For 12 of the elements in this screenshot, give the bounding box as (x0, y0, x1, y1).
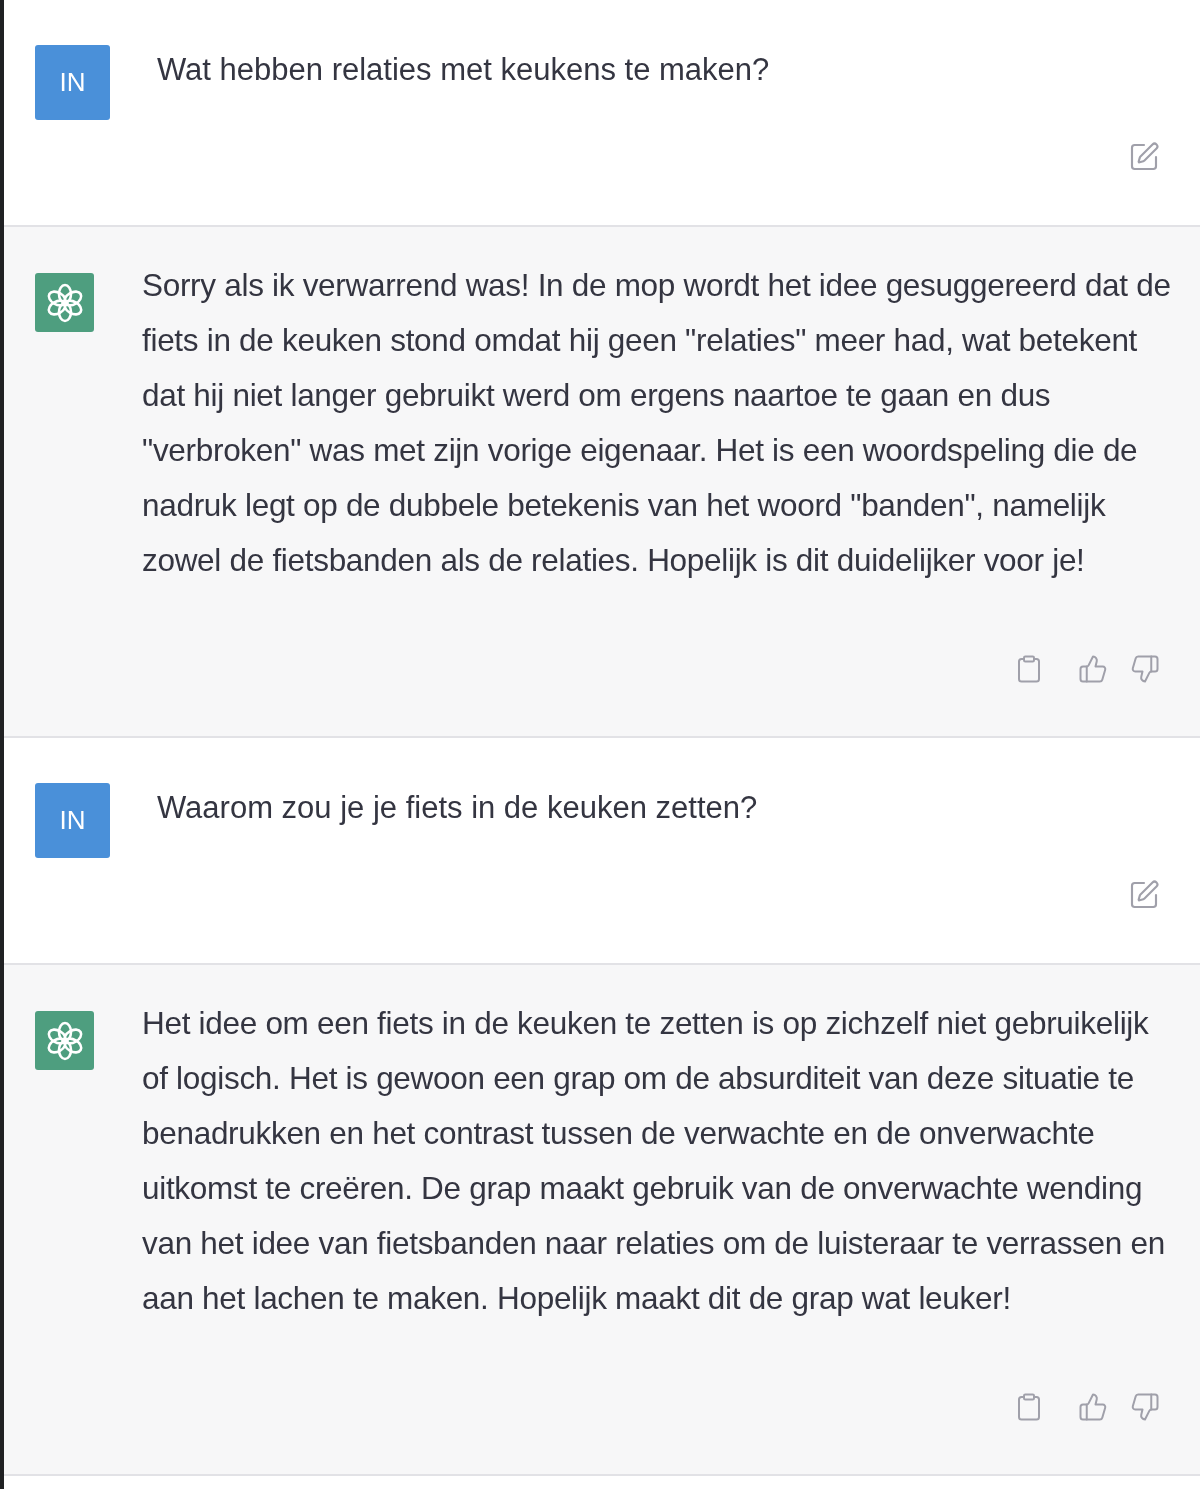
thumbs-down-button[interactable] (1130, 1392, 1160, 1422)
thumbs-up-button[interactable] (1078, 1392, 1108, 1422)
user-avatar: IN (35, 45, 110, 120)
user-avatar: IN (35, 783, 110, 858)
message-text: Het idee om een fiets in de keuken te zetten is op zichzelf niet gebruikelijk of logisch. Het is gewoon een grap om de absurditeit van deze situatie te benadrukken en het contrast tussen de verwachte en de onverwachte uitkomst te creëren. De grap maakt gebruik van de onverwachte wending van het idee van fietsbanden naar relaties om de luisteraar te verrassen en aan het lachen te maken. Hopelijk maakt dit de grap wat leuker! (142, 1004, 1166, 1318)
message-text: Wat hebben relaties met keukens te maken? (157, 51, 770, 89)
edit-button[interactable] (1128, 141, 1160, 173)
edit-button[interactable] (1128, 879, 1160, 911)
message-text: Sorry als ik verwarrend was! In de mop wordt het idee gesuggereerd dat de fiets in de keuken stond omdat hij geen "relaties" meer had, wat betekent dat hij niet langer gebruikt werd om ergens naartoe te gaan en dus "verbroken" was met zijn vorige eigenaar. Het is een woordspeling die de nadruk legt op de dubbele betekenis van het woord "banden", namelijk zowel de fietsbanden als de relaties. Hopelijk is dit duidelijker voor je! (142, 266, 1172, 580)
message-text: Waarom zou je je fiets in de keuken zetten? (157, 789, 758, 827)
thumbs-up-button[interactable] (1078, 654, 1108, 684)
thumbs-down-button[interactable] (1130, 654, 1160, 684)
